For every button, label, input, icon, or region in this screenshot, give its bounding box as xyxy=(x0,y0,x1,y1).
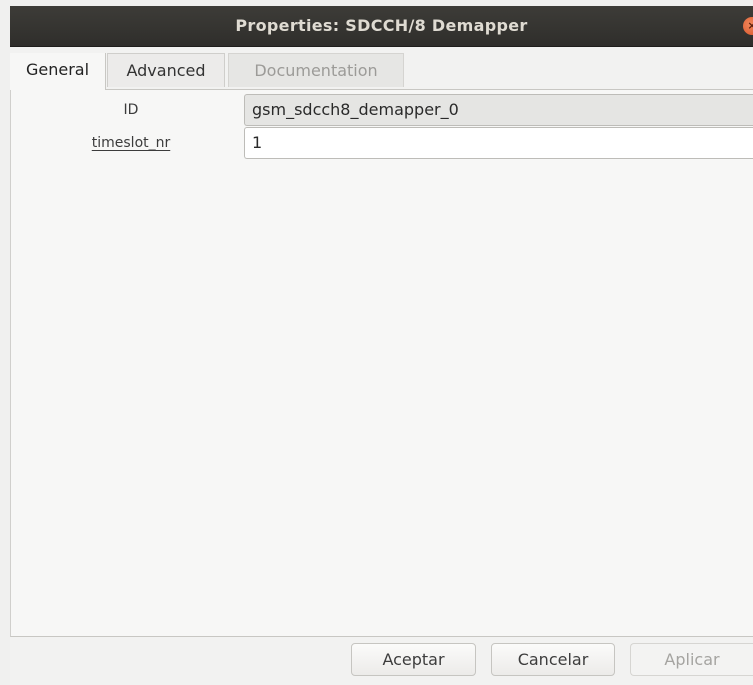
timeslot-row: timeslot_nr 1 xyxy=(11,127,753,159)
timeslot-nr-label: timeslot_nr xyxy=(61,127,201,159)
id-row: ID gsm_sdcch8_demapper_0 xyxy=(11,94,753,126)
general-tab-panel: ID gsm_sdcch8_demapper_0 timeslot_nr 1 xyxy=(10,90,753,637)
accept-button[interactable]: Aceptar xyxy=(351,643,476,676)
tab-advanced[interactable]: Advanced xyxy=(107,53,225,87)
properties-dialog: Properties: SDCCH/8 Demapper × General A… xyxy=(10,6,753,685)
title-bar[interactable]: Properties: SDCCH/8 Demapper × xyxy=(10,6,753,47)
timeslot-nr-label-text: timeslot_nr xyxy=(91,135,171,151)
cancel-button[interactable]: Cancelar xyxy=(491,643,615,676)
id-label: ID xyxy=(123,102,139,118)
id-field[interactable]: gsm_sdcch8_demapper_0 xyxy=(244,94,753,126)
apply-button[interactable]: Aplicar xyxy=(630,643,753,676)
button-bar: Aceptar Cancelar Aplicar xyxy=(10,638,753,685)
tab-bar: General Advanced Documentation xyxy=(10,47,753,90)
tab-documentation[interactable]: Documentation xyxy=(228,53,404,87)
tab-general[interactable]: General xyxy=(10,53,106,90)
timeslot-nr-field[interactable]: 1 xyxy=(244,127,753,159)
window-title: Properties: SDCCH/8 Demapper xyxy=(235,16,528,35)
